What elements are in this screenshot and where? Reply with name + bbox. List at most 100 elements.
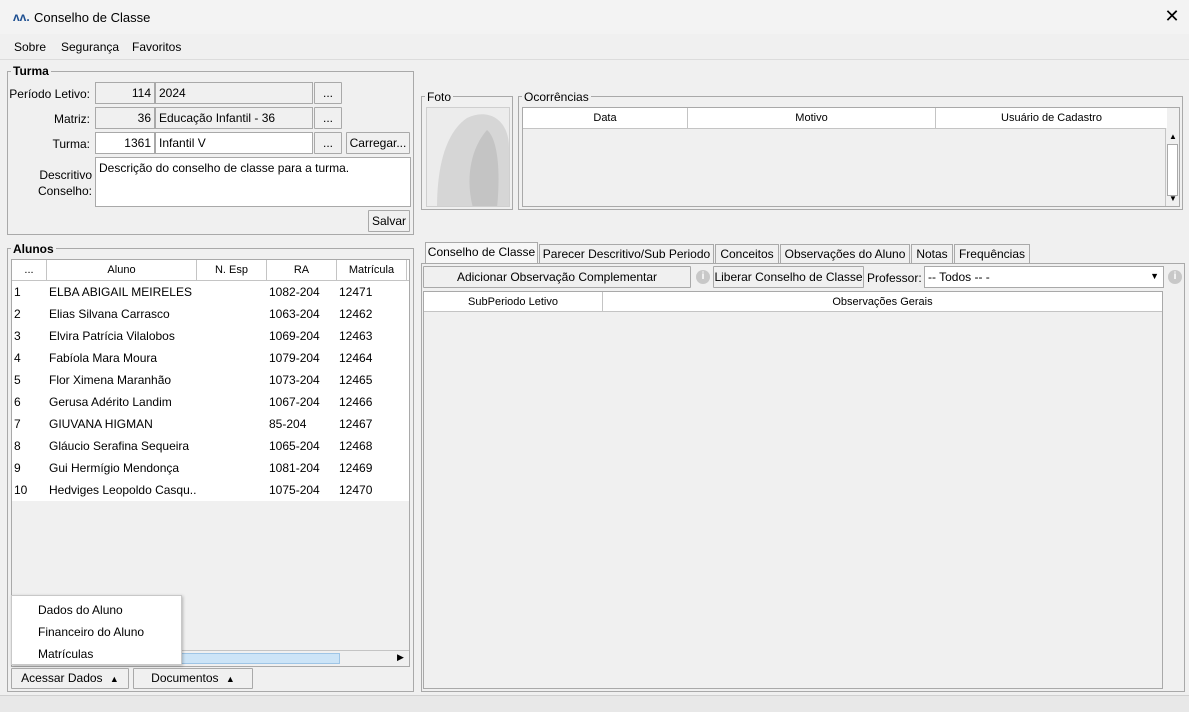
cell-n-esp bbox=[199, 479, 265, 501]
ocorrencias-grid[interactable]: Data Motivo Usuário de Cadastro ▲ ▼ bbox=[522, 107, 1180, 207]
cell-matricula: 12464 bbox=[339, 351, 373, 365]
chevron-down-icon: ▼ bbox=[1150, 271, 1159, 281]
periodo-value-field[interactable]: 2024 bbox=[155, 82, 313, 104]
cell-aluno: Gerusa Adérito Landim bbox=[49, 395, 172, 409]
col-usuario-cadastro[interactable]: Usuário de Cadastro bbox=[936, 108, 1167, 128]
cell-index: 10 bbox=[14, 483, 28, 497]
cell-matricula: 12463 bbox=[339, 329, 373, 343]
scroll-right-icon[interactable]: ▶ bbox=[397, 652, 404, 663]
descritivo-conselho-textarea[interactable]: Descrição do conselho de classe para a t… bbox=[95, 157, 411, 207]
cell-n-esp bbox=[199, 413, 265, 435]
ocorrencias-scrollbar[interactable]: ▲ ▼ bbox=[1165, 128, 1179, 206]
alunos-rows: 1 ELBA ABIGAIL MEIRELES 1082-204 12471 2 Elia… bbox=[12, 281, 409, 501]
cell-ra: 1069-204 bbox=[269, 329, 320, 343]
table-row[interactable]: 6 Gerusa Adérito Landim 1067-204 12466 bbox=[12, 391, 409, 413]
observacoes-grid[interactable]: SubPeriodo Letivo Observações Gerais bbox=[423, 291, 1163, 689]
matriz-code-field[interactable]: 36 bbox=[95, 107, 155, 129]
col-ra[interactable]: RA bbox=[267, 260, 337, 280]
tab-frequencias[interactable]: Frequências bbox=[954, 244, 1030, 264]
table-row[interactable]: 5 Flor Ximena Maranhão 1073-204 12465 bbox=[12, 369, 409, 391]
tab-conceitos[interactable]: Conceitos bbox=[715, 244, 779, 264]
hscroll-thumb[interactable] bbox=[180, 653, 340, 664]
cell-index: 7 bbox=[14, 417, 21, 431]
close-icon[interactable]: ✕ bbox=[1162, 6, 1182, 26]
cell-ra: 1073-204 bbox=[269, 373, 320, 387]
cell-ra: 85-204 bbox=[269, 417, 307, 431]
alunos-group-title: Alunos bbox=[11, 242, 56, 256]
table-row[interactable]: 10 Hedviges Leopoldo Casqu... 1075-204 1247… bbox=[12, 479, 409, 501]
tab-parecer-descritivo[interactable]: Parecer Descritivo/Sub Periodo bbox=[539, 244, 714, 264]
menu-seguranca[interactable]: Segurança bbox=[61, 40, 119, 54]
table-row[interactable]: 3 Elvira Patrícia Vilalobos 1069-204 12463 bbox=[12, 325, 409, 347]
table-row[interactable]: 9 Gui Hermígio Mendonça 1081-204 12469 bbox=[12, 457, 409, 479]
col-subperiodo[interactable]: SubPeriodo Letivo bbox=[424, 292, 603, 312]
cell-matricula: 12471 bbox=[339, 285, 373, 299]
cell-n-esp bbox=[199, 281, 265, 303]
col-n-esp[interactable]: N. Esp bbox=[197, 260, 267, 280]
turma-code-field[interactable]: 1361 bbox=[95, 132, 155, 154]
person-silhouette-icon bbox=[437, 114, 509, 206]
cell-n-esp bbox=[199, 435, 265, 457]
salvar-button[interactable]: Salvar bbox=[368, 210, 410, 232]
popup-matriculas[interactable]: Matrículas bbox=[38, 647, 93, 661]
cell-matricula: 12469 bbox=[339, 461, 373, 475]
info-icon[interactable]: i bbox=[696, 270, 710, 284]
liberar-conselho-button[interactable]: Liberar Conselho de Classe bbox=[713, 266, 864, 288]
ocorrencias-group-title: Ocorrências bbox=[522, 90, 591, 104]
scroll-up-icon[interactable]: ▲ bbox=[1169, 132, 1177, 141]
periodo-code-field[interactable]: 114 bbox=[95, 82, 155, 104]
tab-notas[interactable]: Notas bbox=[911, 244, 953, 264]
cell-index: 9 bbox=[14, 461, 21, 475]
menu-favoritos[interactable]: Favoritos bbox=[132, 40, 181, 54]
documentos-button[interactable]: Documentos ▲ bbox=[133, 668, 253, 689]
descritivo-label-line1: Descritivo bbox=[39, 168, 92, 182]
cell-ra: 1075-204 bbox=[269, 483, 320, 497]
matriz-value-field[interactable]: Educação Infantil - 36 bbox=[155, 107, 313, 129]
col-motivo[interactable]: Motivo bbox=[688, 108, 936, 128]
cell-n-esp bbox=[199, 347, 265, 369]
status-bar bbox=[0, 695, 1189, 712]
cell-matricula: 12467 bbox=[339, 417, 373, 431]
acessar-dados-popup: Dados do Aluno Financeiro do Aluno Matrí… bbox=[11, 595, 182, 665]
popup-financeiro-aluno[interactable]: Financeiro do Aluno bbox=[38, 625, 144, 639]
cell-n-esp bbox=[199, 369, 265, 391]
scroll-down-icon[interactable]: ▼ bbox=[1169, 194, 1177, 203]
acessar-dados-button[interactable]: Acessar Dados ▲ bbox=[11, 668, 129, 689]
cell-aluno: GIUVANA HIGMAN bbox=[49, 417, 153, 431]
table-row[interactable]: 4 Fabíola Mara Moura 1079-204 12464 bbox=[12, 347, 409, 369]
cell-matricula: 12465 bbox=[339, 373, 373, 387]
col-index[interactable]: ... bbox=[12, 260, 47, 280]
table-row[interactable]: 8 Gláucio Serafina Sequeira 1065-204 12468 bbox=[12, 435, 409, 457]
tab-observacoes-aluno[interactable]: Observações do Aluno bbox=[780, 244, 910, 264]
cell-aluno: Flor Ximena Maranhão bbox=[49, 373, 172, 387]
scroll-thumb[interactable] bbox=[1167, 144, 1178, 196]
adicionar-observacao-button[interactable]: Adicionar Observação Complementar bbox=[423, 266, 691, 288]
col-observacoes-gerais[interactable]: Observações Gerais bbox=[603, 292, 1162, 312]
menu-sobre[interactable]: Sobre bbox=[14, 40, 46, 54]
cell-matricula: 12462 bbox=[339, 307, 373, 321]
info-icon[interactable]: i bbox=[1168, 270, 1182, 284]
acessar-dados-label: Acessar Dados bbox=[21, 671, 103, 685]
cell-index: 5 bbox=[14, 373, 21, 387]
cell-aluno: Hedviges Leopoldo Casqu... bbox=[49, 483, 197, 497]
cell-aluno: Elias Silvana Carrasco bbox=[49, 307, 170, 321]
col-matricula[interactable]: Matrícula bbox=[337, 260, 407, 280]
turma-group-title: Turma bbox=[11, 64, 51, 78]
periodo-lookup-button[interactable]: ... bbox=[314, 82, 342, 104]
professor-select[interactable]: -- Todos -- - ▼ bbox=[924, 266, 1164, 288]
popup-dados-aluno[interactable]: Dados do Aluno bbox=[38, 603, 123, 617]
matriz-lookup-button[interactable]: ... bbox=[314, 107, 342, 129]
carregar-button[interactable]: Carregar... bbox=[346, 132, 410, 154]
cell-index: 4 bbox=[14, 351, 21, 365]
photo-placeholder bbox=[426, 107, 510, 207]
table-row[interactable]: 2 Elias Silvana Carrasco 1063-204 12462 bbox=[12, 303, 409, 325]
descritivo-label-line2: Conselho: bbox=[37, 184, 92, 198]
documentos-label: Documentos bbox=[151, 671, 219, 685]
col-aluno[interactable]: Aluno bbox=[47, 260, 197, 280]
table-row[interactable]: 7 GIUVANA HIGMAN 85-204 12467 bbox=[12, 413, 409, 435]
col-data[interactable]: Data bbox=[523, 108, 688, 128]
table-row[interactable]: 1 ELBA ABIGAIL MEIRELES 1082-204 12471 bbox=[12, 281, 409, 303]
turma-value-field[interactable]: Infantil V bbox=[155, 132, 313, 154]
tab-conselho-de-classe[interactable]: Conselho de Classe bbox=[425, 242, 538, 264]
turma-lookup-button[interactable]: ... bbox=[314, 132, 342, 154]
